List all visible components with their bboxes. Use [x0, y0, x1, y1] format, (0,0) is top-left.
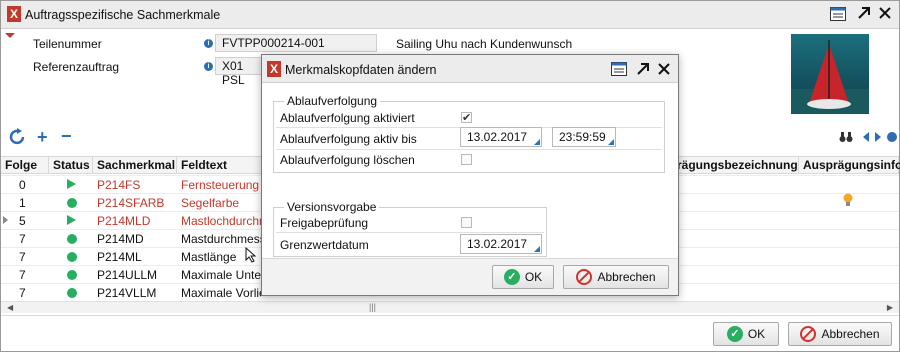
column-header-auspraegungsbezeichnung[interactable]: rägungsbezeichnung [673, 156, 799, 174]
check-icon: ✓ [503, 269, 520, 285]
prev-icon[interactable] [863, 132, 869, 142]
mouse-cursor-icon [245, 246, 257, 266]
ok-label: OK [747, 327, 766, 341]
column-header-sachmerkmal[interactable]: Sachmerkmal [93, 156, 177, 174]
teilenummer-description: Sailing Uhu nach Kundenwunsch [396, 37, 573, 51]
check-icon: ✓ [726, 326, 743, 342]
dialog-cancel-button[interactable]: Abbrechen [563, 265, 669, 289]
ablaufverfolgung-aktiviert-checkbox[interactable]: ✔ [461, 112, 472, 124]
cell-folge: 7 [19, 286, 26, 300]
window-title: Auftragsspezifische Sachmerkmale [25, 8, 221, 22]
horizontal-scrollbar[interactable]: ◀ ||| ▶ [1, 301, 899, 313]
app-logo-icon: X [7, 6, 21, 22]
cell-feldtext: Fernsteuerung [181, 178, 260, 192]
row-marker-icon [3, 216, 8, 224]
status-play-icon [67, 215, 76, 225]
ok-button[interactable]: ✓ OK [713, 322, 779, 346]
dialog-title-bar: X Merkmalskopfdaten ändern [262, 55, 678, 83]
info-icon[interactable]: i [204, 39, 213, 48]
layout-icon[interactable] [830, 7, 846, 24]
maximize-icon[interactable] [857, 6, 871, 23]
lightbulb-icon[interactable] [843, 193, 853, 210]
cell-sachmerkmal: P214ULLM [97, 268, 158, 282]
ablaufverfolgung-loeschen-label: Ablaufverfolgung löschen [280, 153, 415, 167]
maximize-icon[interactable] [636, 62, 650, 79]
scroll-grip[interactable]: ||| [369, 302, 376, 312]
status-play-icon [67, 179, 76, 189]
cell-folge: 1 [19, 196, 26, 210]
cancel-button[interactable]: Abbrechen [788, 322, 892, 346]
cancel-icon [800, 326, 817, 342]
cell-sachmerkmal: P214MLD [97, 214, 151, 228]
layout-icon[interactable] [611, 62, 627, 79]
merkmalskopfdaten-dialog: X Merkmalskopfdaten ändern Ablaufverfolg… [261, 54, 679, 296]
product-image [791, 34, 869, 114]
cell-feldtext: Mastlochdurchm [181, 214, 261, 228]
cell-folge: 0 [19, 178, 26, 192]
cell-sachmerkmal: P214MD [97, 232, 144, 246]
ablaufverfolgung-loeschen-checkbox[interactable] [461, 154, 472, 165]
dialog-ok-label: OK [524, 270, 543, 284]
ablaufverfolgung-legend: Ablaufverfolgung [284, 94, 381, 108]
record-icon[interactable] [887, 132, 897, 142]
cell-sachmerkmal: P214FS [97, 178, 141, 192]
close-icon[interactable] [658, 63, 670, 78]
referenzauftrag-label: Referenzauftrag [33, 60, 120, 74]
collapse-icon[interactable] [5, 33, 15, 38]
scroll-right-icon[interactable]: ▶ [887, 303, 893, 312]
cancel-icon [576, 269, 593, 285]
app-logo-icon: X [267, 61, 281, 77]
column-header-feldtext[interactable]: Feldtext [177, 156, 269, 174]
grenzwertdatum-label: Grenzwertdatum [280, 238, 369, 252]
cell-feldtext: Maximale Unterl [181, 268, 261, 282]
teilenummer-label: Teilenummer [33, 37, 102, 51]
scroll-left-icon[interactable]: ◀ [7, 303, 13, 312]
status-dot-icon [67, 270, 77, 280]
minus-icon[interactable]: − [61, 126, 72, 147]
dialog-cancel-label: Abbrechen [597, 270, 656, 284]
dialog-title: Merkmalskopfdaten ändern [285, 63, 437, 77]
column-header-status[interactable]: Status [49, 156, 93, 174]
cell-feldtext: Segelfarbe [181, 196, 240, 210]
aktiv-bis-time-field[interactable]: 23:59:59 [552, 127, 616, 147]
cell-folge: 7 [19, 250, 26, 264]
column-header-auspraegungsinfo[interactable]: Ausprägungsinfo [799, 156, 900, 174]
info-icon[interactable]: i [204, 62, 213, 71]
ablaufverfolgung-aktiviert-label: Ablaufverfolgung aktiviert [280, 111, 415, 125]
status-dot-icon [67, 234, 77, 244]
cell-feldtext: Maximale Vorlie [181, 286, 261, 300]
cell-folge: 7 [19, 268, 26, 282]
cell-sachmerkmal: P214ML [97, 250, 142, 264]
teilenummer-field[interactable]: FVTPP000214-001 [215, 34, 377, 52]
cell-folge: 7 [19, 232, 26, 246]
versionsvorgabe-legend: Versionsvorgabe [284, 200, 380, 214]
aktiv-bis-date-field[interactable]: 13.02.2017 [460, 127, 542, 147]
column-header-folge[interactable]: Folge [1, 156, 49, 174]
close-icon[interactable] [879, 6, 891, 22]
status-dot-icon [67, 198, 77, 208]
status-dot-icon [67, 288, 77, 298]
status-dot-icon [67, 252, 77, 262]
plus-icon[interactable]: + [37, 127, 48, 148]
cell-feldtext: Mastdurchmess [181, 232, 261, 246]
freigabepruefung-label: Freigabeprüfung [280, 216, 369, 230]
grenzwertdatum-field[interactable]: 13.02.2017 [460, 234, 542, 254]
next-icon[interactable] [875, 132, 881, 142]
title-bar: X Auftragsspezifische Sachmerkmale [1, 1, 899, 29]
ablaufverfolgung-aktiv-bis-label: Ablaufverfolgung aktiv bis [280, 132, 417, 146]
cell-folge: 5 [19, 214, 26, 228]
binoculars-icon[interactable] [839, 131, 853, 146]
cell-sachmerkmal: P214SFARB [97, 196, 165, 210]
refresh-icon[interactable] [9, 128, 27, 149]
dialog-ok-button[interactable]: ✓ OK [492, 265, 554, 289]
freigabepruefung-checkbox[interactable] [461, 217, 472, 228]
cancel-label: Abbrechen [821, 327, 880, 341]
cell-sachmerkmal: P214VLLM [97, 286, 157, 300]
